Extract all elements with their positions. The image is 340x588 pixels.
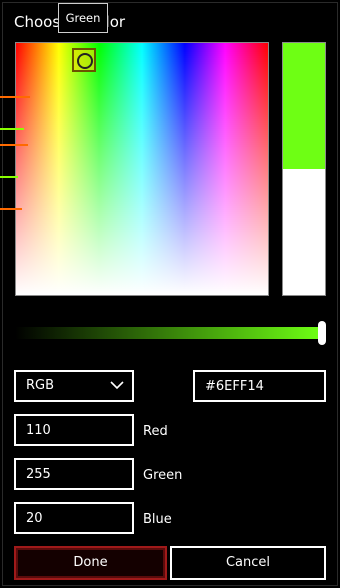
selected-color-swatch	[283, 43, 325, 169]
red-label: Red	[143, 424, 168, 439]
chevron-down-icon	[110, 381, 124, 390]
render-artifact	[0, 96, 30, 98]
color-name-tooltip: Green	[58, 3, 108, 33]
green-input[interactable]	[14, 458, 134, 490]
render-artifact	[0, 144, 28, 146]
value-slider-thumb[interactable]	[318, 321, 326, 345]
color-mode-dropdown[interactable]: RGB	[14, 370, 134, 402]
render-artifact	[0, 128, 24, 130]
render-artifact	[0, 208, 22, 210]
color-mode-selected: RGB	[26, 378, 55, 393]
render-artifact	[0, 176, 18, 178]
cancel-button[interactable]: Cancel	[170, 546, 326, 580]
blue-input[interactable]	[14, 502, 134, 534]
spectrum-selection-thumb[interactable]	[72, 48, 96, 72]
color-preview	[282, 42, 326, 296]
blue-label: Blue	[143, 512, 172, 527]
saturation-gradient	[16, 43, 268, 295]
red-input[interactable]	[14, 414, 134, 446]
green-label: Green	[143, 468, 183, 483]
hex-input[interactable]	[193, 370, 326, 402]
color-spectrum[interactable]	[15, 42, 269, 296]
value-slider-track[interactable]	[15, 327, 320, 339]
done-button[interactable]: Done	[14, 546, 167, 580]
